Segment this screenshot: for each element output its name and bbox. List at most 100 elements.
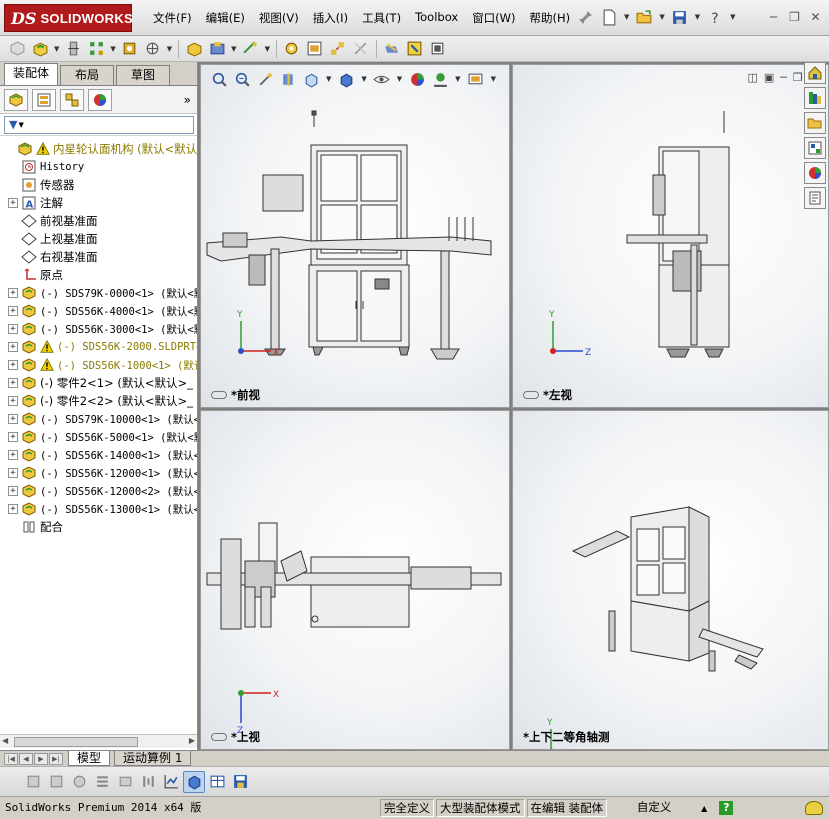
play-from-start-icon[interactable] bbox=[45, 771, 67, 793]
appearances-scenes-icon[interactable] bbox=[804, 162, 826, 184]
tab-assembly[interactable]: 装配体 bbox=[4, 63, 58, 85]
last-tab-icon[interactable]: ▶| bbox=[49, 752, 63, 765]
help-icon[interactable]: ? bbox=[719, 801, 734, 815]
viewport-front[interactable]: ▼ ▼ ▼ ▼ ▼ Y X *前视 bbox=[200, 64, 510, 408]
tree-item[interactable]: + (-) SDS79K-10000<1> (默认< bbox=[8, 410, 197, 428]
pattern-dropdown-icon[interactable]: ▼ bbox=[110, 45, 115, 53]
tree-item[interactable]: + (-) SDS56K-4000<1> (默认<默 bbox=[8, 302, 197, 320]
tree-item[interactable]: + (-) SDS56K-3000<1> (默认<默 bbox=[8, 320, 197, 338]
scrollbar-thumb[interactable] bbox=[14, 737, 138, 747]
show-hidden-icon[interactable] bbox=[183, 38, 205, 60]
edit-component-icon[interactable] bbox=[6, 38, 28, 60]
viewport-top[interactable]: X Z *上视 bbox=[200, 410, 510, 750]
save-icon[interactable] bbox=[669, 6, 691, 28]
help-dropdown-icon[interactable]: ▼ bbox=[730, 13, 735, 21]
table-view-icon[interactable] bbox=[206, 771, 228, 793]
explode-line-sketch-icon[interactable] bbox=[350, 38, 372, 60]
save-animation-icon[interactable] bbox=[229, 771, 251, 793]
mate-icon[interactable] bbox=[62, 38, 84, 60]
units-custom[interactable]: 自定义 bbox=[609, 799, 699, 817]
tab-layout[interactable]: 布局 bbox=[60, 65, 114, 85]
view-palette-icon[interactable] bbox=[804, 137, 826, 159]
solidworks-resources-icon[interactable] bbox=[804, 62, 826, 84]
expand-icon[interactable]: + bbox=[8, 378, 18, 388]
display-manager-icon[interactable] bbox=[88, 88, 112, 111]
expand-icon[interactable]: + bbox=[8, 396, 18, 406]
expand-icon[interactable]: + bbox=[8, 198, 18, 208]
viewport-left[interactable]: ◫ ▣ ─ ❐ ✕ Y bbox=[512, 64, 829, 408]
configuration-manager-icon[interactable] bbox=[60, 88, 84, 111]
menu-help[interactable]: 帮助(H) bbox=[523, 10, 578, 26]
tree-item[interactable]: History bbox=[8, 158, 84, 176]
notification-icon[interactable] bbox=[805, 801, 823, 815]
menu-edit[interactable]: 编辑(E) bbox=[199, 10, 252, 26]
animation-wizard-icon[interactable] bbox=[68, 771, 90, 793]
design-library-icon[interactable] bbox=[804, 87, 826, 109]
instant3d-icon[interactable] bbox=[427, 38, 449, 60]
tree-item[interactable]: + (-) 零件2<1> (默认<默认>_ bbox=[8, 374, 193, 392]
save-dropdown-icon[interactable]: ▼ bbox=[695, 13, 700, 21]
move-component-icon[interactable] bbox=[142, 38, 164, 60]
clearance-verification-icon[interactable] bbox=[404, 38, 426, 60]
expand-icon[interactable]: + bbox=[8, 324, 18, 334]
expand-icon[interactable]: + bbox=[8, 342, 18, 352]
expand-icon[interactable]: + bbox=[8, 288, 18, 298]
tab-motion-study-1[interactable]: 运动算例 1 bbox=[114, 751, 192, 766]
expand-icon[interactable]: + bbox=[8, 360, 18, 370]
tab-sketch[interactable]: 草图 bbox=[116, 65, 170, 85]
tree-item[interactable]: + (-) SDS56K-5000<1> (默认<默 bbox=[8, 428, 197, 446]
first-tab-icon[interactable]: |◀ bbox=[4, 752, 18, 765]
tree-item[interactable]: 传感器 bbox=[8, 176, 75, 194]
linear-pattern-icon[interactable] bbox=[85, 38, 107, 60]
exploded-view-icon[interactable] bbox=[327, 38, 349, 60]
new-motion-study-icon[interactable] bbox=[281, 38, 303, 60]
tree-horizontal-scrollbar[interactable]: ◀ ▶ bbox=[0, 734, 197, 748]
tree-item[interactable]: + (-) SDS56K-12000<1> (默认< bbox=[8, 464, 197, 482]
restore-icon[interactable]: ❐ bbox=[785, 8, 804, 26]
tree-item[interactable]: + (-) 零件2<2> (默认<默认>_ bbox=[8, 392, 193, 410]
tree-item[interactable]: 配合 bbox=[8, 518, 63, 536]
menu-file[interactable]: 文件(F) bbox=[146, 10, 199, 26]
reference-geometry-icon[interactable] bbox=[240, 38, 262, 60]
results-plots-icon[interactable] bbox=[160, 771, 182, 793]
menu-tools[interactable]: 工具(T) bbox=[355, 10, 408, 26]
next-tab-icon[interactable]: ▶ bbox=[34, 752, 48, 765]
reference-dropdown-icon[interactable]: ▼ bbox=[265, 45, 270, 53]
menu-window[interactable]: 窗口(W) bbox=[465, 10, 522, 26]
tree-item[interactable]: 前视基准面 bbox=[8, 212, 98, 230]
prev-tab-icon[interactable]: ◀ bbox=[19, 752, 33, 765]
open-dropdown-icon[interactable]: ▼ bbox=[659, 13, 664, 21]
expand-icon[interactable]: + bbox=[8, 504, 18, 514]
property-manager-icon[interactable] bbox=[32, 88, 56, 111]
tree-item[interactable]: + (-) SDS56K-14000<1> (默认< bbox=[8, 446, 197, 464]
new-document-icon[interactable] bbox=[598, 6, 620, 28]
tree-item[interactable]: + (-) SDS56K-2000.SLDPRT< bbox=[8, 338, 197, 356]
features-dropdown-icon[interactable]: ▼ bbox=[231, 45, 236, 53]
graphics-area[interactable]: ▼ ▼ ▼ ▼ ▼ Y X *前视 ◫ ▣ ─ ❐ Y Z *左视 X Z *上… bbox=[198, 62, 829, 750]
expand-icon[interactable]: + bbox=[8, 306, 18, 316]
open-folder-icon[interactable] bbox=[633, 6, 655, 28]
scroll-left-icon[interactable]: ◀ bbox=[2, 736, 8, 745]
viewport-isometric[interactable]: Y *上下二等角轴测 bbox=[512, 410, 829, 750]
close-icon[interactable]: ✕ bbox=[806, 8, 825, 26]
tree-item[interactable]: 原点 bbox=[8, 266, 63, 284]
playback-speed-icon[interactable] bbox=[137, 771, 159, 793]
tree-item[interactable]: 上视基准面 bbox=[8, 230, 98, 248]
tree-item[interactable]: 内星轮认面机构 (默认<默认> bbox=[4, 140, 197, 158]
tree-item[interactable]: + (-) SDS56K-12000<2> (默认< bbox=[8, 482, 197, 500]
minimize-icon[interactable]: ─ bbox=[764, 8, 783, 26]
expand-icon[interactable]: + bbox=[8, 414, 18, 424]
expand-icon[interactable]: + bbox=[8, 432, 18, 442]
expand-icon[interactable]: + bbox=[8, 450, 18, 460]
scroll-right-icon[interactable]: ▶ bbox=[189, 736, 195, 745]
tree-item[interactable]: + A 注解 bbox=[8, 194, 63, 212]
view-3d-icon[interactable] bbox=[183, 770, 205, 793]
insert-dropdown-icon[interactable]: ▼ bbox=[54, 45, 59, 53]
bill-of-materials-icon[interactable] bbox=[304, 38, 326, 60]
filter-dropdown-icon[interactable]: ▼ bbox=[18, 121, 23, 129]
menu-toolbox[interactable]: Toolbox bbox=[408, 10, 465, 26]
assembly-features-icon[interactable] bbox=[206, 38, 228, 60]
expand-icon[interactable]: + bbox=[8, 486, 18, 496]
menu-view[interactable]: 视图(V) bbox=[252, 10, 306, 26]
smart-fasteners-icon[interactable] bbox=[119, 38, 141, 60]
